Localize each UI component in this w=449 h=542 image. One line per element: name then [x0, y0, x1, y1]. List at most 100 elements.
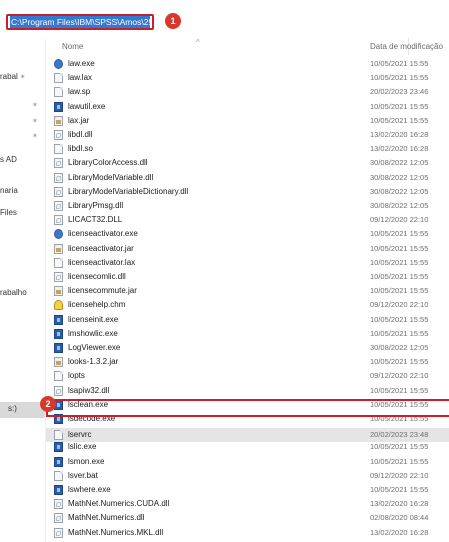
address-input[interactable]: C:\Program Files\IBM\SPSS\Amos\29: [6, 14, 154, 30]
file-row[interactable]: licensehelp.chm 09/12/2020 22:10: [46, 298, 449, 312]
file-row[interactable]: libdl.dll 13/02/2020 16:28: [46, 128, 449, 142]
nav-item[interactable]: s AD: [0, 155, 45, 164]
nav-item[interactable]: rabalho: [0, 288, 45, 297]
file-date: 10/05/2021 15:55: [370, 243, 429, 253]
file-row[interactable]: licenseactivator.lax 10/05/2021 15:55: [46, 256, 449, 270]
file-icon: [54, 470, 63, 481]
file-row[interactable]: lmshowlic.exe 10/05/2021 15:55: [46, 327, 449, 341]
file-date: 09/12/2020 22:10: [370, 470, 429, 480]
file-row[interactable]: lawutil.exe 10/05/2021 15:55: [46, 100, 449, 114]
dll-icon: [54, 272, 63, 282]
file-icon: [54, 87, 63, 98]
file-row[interactable]: MathNet.Numerics.dll 02/08/2020 08:44: [46, 511, 449, 525]
nav-item[interactable]: ✶: [30, 131, 45, 140]
file-row[interactable]: looks-1.3.2.jar 10/05/2021 15:55: [46, 355, 449, 369]
file-row[interactable]: MathNet.Numerics.MKL.dll 13/02/2020 16:28: [46, 526, 449, 540]
file-row[interactable]: lax.jar 10/05/2021 15:55: [46, 114, 449, 128]
file-date: 10/05/2021 15:55: [370, 442, 429, 452]
file-row[interactable]: licenseactivator.exe 10/05/2021 15:55: [46, 227, 449, 241]
file-row[interactable]: lsver.bat 09/12/2020 22:10: [46, 469, 449, 483]
navigation-pane: rabal ✶ ✶ ✶ ✶ s AD naria Files rabalho s:…: [0, 38, 46, 542]
callout-badge-2: 2: [40, 396, 56, 412]
name-column-header[interactable]: Nome: [62, 42, 83, 51]
file-name: lsmon.exe: [68, 456, 105, 466]
help-icon: [54, 300, 63, 311]
pin-icon: ✶: [32, 118, 38, 125]
nav-item[interactable]: ✶: [30, 116, 45, 125]
nav-item-label: s AD: [0, 155, 17, 164]
nav-item-label: s:): [8, 404, 17, 413]
file-icon: [54, 430, 63, 441]
jar-icon: [54, 243, 63, 254]
callout-badge-1: 1: [165, 13, 181, 29]
dll-icon: [54, 158, 63, 169]
file-row[interactable]: MathNet.Numerics.CUDA.dll 13/02/2020 16:2…: [46, 497, 449, 511]
file-date: 30/08/2022 12:05: [370, 343, 429, 352]
file-row[interactable]: lswhere.exe 10/05/2021 15:55: [46, 483, 449, 497]
file-row[interactable]: lopts 09/12/2020 22:10: [46, 369, 449, 383]
pin-icon: ✶: [19, 74, 26, 81]
file-row[interactable]: law.sp 20/02/2023 23:46: [46, 85, 449, 99]
file-row[interactable]: LICACT32.DLL 09/12/2020 22:10: [46, 213, 449, 227]
file-row[interactable]: lsapiw32.dll 10/05/2021 15:55: [46, 384, 449, 398]
file-name: LogViewer.exe: [68, 343, 121, 352]
file-row[interactable]: law.lax 10/05/2021 15:55: [46, 71, 449, 85]
file-row[interactable]: LibraryColorAccess.dll 30/08/2022 12:05: [46, 156, 449, 170]
file-name: law.lax: [68, 73, 93, 83]
nav-item[interactable]: rabal ✶: [0, 72, 45, 81]
exe-icon: [54, 343, 63, 353]
file-row[interactable]: licenseactivator.jar 10/05/2021 15:55: [46, 242, 449, 256]
column-header-row: Nome ^ Data de modificação: [46, 38, 449, 55]
file-date: 13/02/2020 16:28: [370, 144, 429, 154]
file-row[interactable]: lsmon.exe 10/05/2021 15:55: [46, 455, 449, 469]
jar-icon: [54, 286, 63, 297]
file-row[interactable]: LibraryModelVariable.dll 30/08/2022 12:05: [46, 171, 449, 185]
file-name: licenseactivator.jar: [68, 243, 134, 253]
file-name: lswhere.exe: [68, 485, 111, 494]
nav-item[interactable]: naria: [0, 186, 45, 195]
file-icon: [54, 371, 63, 382]
file-name: looks-1.3.2.jar: [68, 357, 119, 367]
file-date: 09/12/2020 22:10: [370, 215, 429, 225]
file-row[interactable]: LibraryPmsg.dll 30/08/2022 12:05: [46, 199, 449, 213]
file-date: 13/02/2020 16:28: [370, 527, 429, 537]
file-row[interactable]: LibraryModelVariableDictionary.dll 30/08/…: [46, 185, 449, 199]
globe-icon: [54, 59, 63, 69]
file-name: MathNet.Numerics.CUDA.dll: [68, 499, 170, 509]
file-date: 10/05/2021 15:55: [370, 229, 429, 239]
globe-icon: [54, 229, 63, 240]
file-icon: [54, 73, 63, 84]
jar-icon: [54, 115, 63, 126]
file-name: licensecommute.jar: [68, 286, 137, 296]
dll-icon: [54, 215, 63, 226]
nav-item[interactable]: Files: [0, 208, 45, 217]
file-date: 30/08/2022 12:05: [370, 201, 429, 210]
date-column-header[interactable]: Data de modificação: [370, 42, 443, 51]
file-name: MathNet.Numerics.dll: [68, 513, 145, 523]
exe-icon: [54, 314, 63, 325]
file-name: lopts: [68, 371, 85, 381]
file-row[interactable]: LogViewer.exe 30/08/2022 12:05: [46, 341, 449, 355]
address-path-text: C:\Program Files\IBM\SPSS\Amos\29: [10, 16, 150, 28]
dll-icon: [54, 385, 63, 396]
exe-icon: [54, 485, 63, 495]
file-date: 20/02/2023 23:46: [370, 87, 429, 97]
file-row[interactable]: libdl.so 13/02/2020 16:28: [46, 142, 449, 156]
file-date: 02/08/2020 08:44: [370, 513, 429, 523]
file-name: lax.jar: [68, 115, 90, 125]
file-name: LICACT32.DLL: [68, 215, 123, 225]
file-row[interactable]: licenseinit.exe 10/05/2021 15:55: [46, 313, 449, 327]
file-row[interactable]: licensecommute.jar 10/05/2021 15:55: [46, 284, 449, 298]
file-row[interactable]: lslic.exe 10/05/2021 15:55: [46, 440, 449, 454]
file-name: lslic.exe: [68, 442, 97, 452]
file-icon: [54, 257, 63, 268]
file-name: LibraryModelVariableDictionary.dll: [68, 186, 189, 196]
file-date: 10/05/2021 15:55: [370, 73, 429, 83]
file-row[interactable]: law.exe 10/05/2021 15:55: [46, 57, 449, 71]
file-row[interactable]: licensecomlic.dll 10/05/2021 15:55: [46, 270, 449, 284]
file-name: licenseactivator.exe: [68, 229, 138, 239]
nav-item[interactable]: ✶: [30, 100, 45, 109]
dll-icon: [54, 130, 63, 140]
nav-item-label: Files: [0, 208, 17, 217]
nav-item-label: rabalho: [0, 288, 27, 297]
